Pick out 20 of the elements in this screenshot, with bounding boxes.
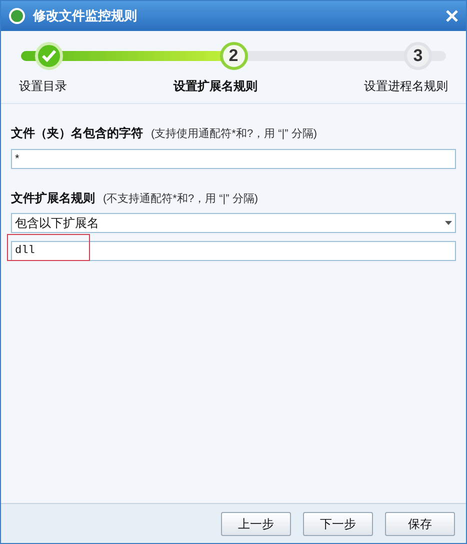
field-hint: (不支持通配符*和?，用 “|” 分隔) [103, 192, 258, 206]
dialog-button[interactable]: 上一步 [221, 512, 291, 536]
step-marker: 2 [220, 42, 248, 70]
dialog-button[interactable]: 下一步 [303, 512, 373, 536]
step-marker: 3 [404, 42, 432, 70]
caret-icon [445, 221, 452, 225]
field-label: 文件扩展名规则 [11, 190, 95, 206]
field-hint: (支持使用通配符*和?，用 “|” 分隔) [151, 126, 318, 142]
window-title: 修改文件监控规则 [33, 7, 137, 26]
close-button[interactable] [446, 10, 458, 22]
close-icon [446, 10, 458, 22]
input-field[interactable]: dll [11, 241, 456, 261]
dropdown[interactable]: 包含以下扩展名 [11, 213, 456, 233]
step-label: 设置扩展名规则 [174, 78, 258, 95]
step-label: 设置目录 [19, 78, 67, 95]
step-label: 设置进程名规则 [364, 78, 448, 95]
dialog-button[interactable]: 保存 [385, 512, 455, 536]
input-field[interactable]: * [11, 148, 456, 168]
check-icon [41, 49, 57, 63]
field-label: 文件（夹）名包含的字符 [11, 125, 143, 142]
